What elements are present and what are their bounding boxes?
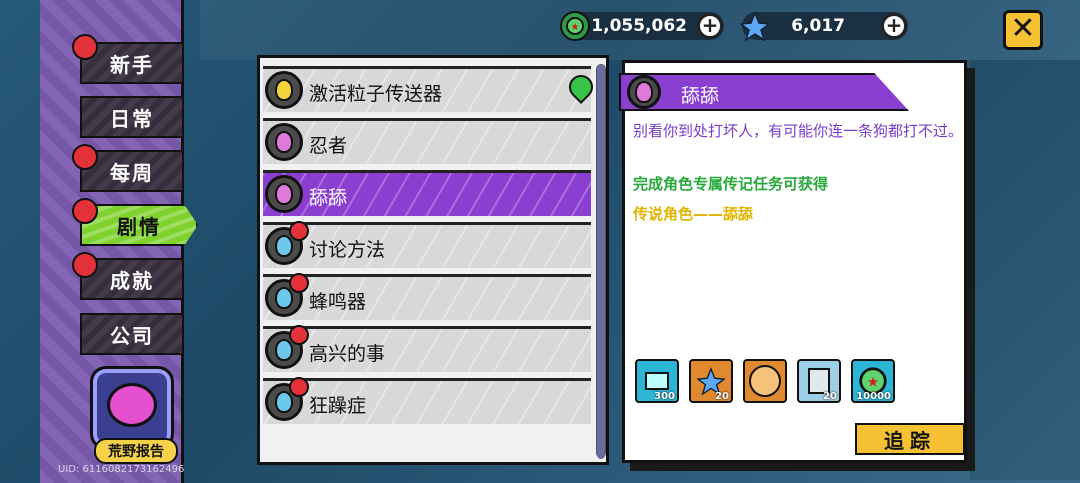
reward-item[interactable]: 20 xyxy=(689,359,733,403)
reward-condition-text: 完成角色专属传记任务可获得 xyxy=(633,175,829,193)
notification-dot xyxy=(72,198,98,224)
quest-row[interactable]: 忍者 xyxy=(263,118,591,164)
quest-label: 激活粒子传送器 xyxy=(309,83,443,105)
report-label: 荒野报告 xyxy=(94,438,178,464)
bulb-icon xyxy=(265,71,303,109)
quest-row[interactable]: 蜂鸣器 xyxy=(263,273,591,320)
nav-item-1[interactable]: 日常 xyxy=(80,96,184,138)
gems-value: 6,017 xyxy=(791,16,845,36)
reward-qty: 20 xyxy=(715,391,729,402)
nav-label: 公司 xyxy=(110,323,154,348)
notification-dot xyxy=(289,273,309,293)
nav-label: 成就 xyxy=(110,268,154,293)
notification-dot xyxy=(289,325,309,345)
nav-label: 每周 xyxy=(110,160,154,185)
detail-title: 舔舔 xyxy=(681,85,720,107)
wild-report-button[interactable]: 荒野报告 xyxy=(78,362,188,468)
uid-text: UID: 6116082173162496 xyxy=(58,464,185,475)
reward-character-text: 传说角色——舔舔 xyxy=(633,205,754,223)
screen-icon xyxy=(645,372,669,390)
reward-qty: 300 xyxy=(654,391,675,402)
reward-qty: 20 xyxy=(823,391,837,402)
detail-description: 别看你到处打坏人，有可能你连一条狗都打不过。 xyxy=(633,122,964,140)
add-gems-button[interactable]: + xyxy=(881,13,907,39)
quest-list-scrollbar[interactable] xyxy=(596,64,606,459)
reward-item[interactable]: 300 xyxy=(635,359,679,403)
quest-row[interactable]: 高兴的事 xyxy=(263,325,591,372)
add-coins-button[interactable]: + xyxy=(697,13,723,39)
bulb-icon xyxy=(265,175,303,213)
quest-label: 高兴的事 xyxy=(309,343,386,365)
quest-label: 讨论方法 xyxy=(309,239,386,261)
quest-detail-panel: 舔舔 别看你到处打坏人，有可能你连一条狗都打不过。 完成角色专属传记任务可获得 … xyxy=(619,60,967,463)
bulb-icon xyxy=(265,123,303,161)
detail-header: 舔舔 xyxy=(619,73,909,111)
quest-row[interactable]: 激活粒子传送器 xyxy=(263,66,598,112)
reward-qty: 10000 xyxy=(856,391,891,402)
dog-avatar-icon xyxy=(749,365,781,397)
bottlecap-icon: ★ xyxy=(560,11,590,41)
quest-label: 舔舔 xyxy=(309,187,348,209)
reward-item[interactable]: ★ 10000 xyxy=(851,359,895,403)
svg-text:★: ★ xyxy=(571,22,580,33)
quest-label: 忍者 xyxy=(309,135,348,157)
svg-text:★: ★ xyxy=(867,374,879,390)
coins-value: 1,055,062 xyxy=(591,16,687,36)
coins-counter: ★ 1,055,062 + xyxy=(560,11,724,41)
quest-row[interactable]: 狂躁症 xyxy=(263,377,591,424)
eye-icon xyxy=(107,383,157,427)
reward-item[interactable]: 20 xyxy=(797,359,841,403)
reward-item[interactable] xyxy=(743,359,787,403)
star-crystal-icon xyxy=(740,11,770,41)
notification-dot xyxy=(72,252,98,278)
close-button[interactable]: ✕ xyxy=(1003,10,1043,50)
nav-label: 新手 xyxy=(110,52,154,77)
notification-dot xyxy=(289,377,309,397)
gems-counter: 6,017 + xyxy=(740,11,908,41)
notification-dot xyxy=(72,144,98,170)
background-panel xyxy=(970,60,1080,480)
notification-dot xyxy=(289,221,309,241)
quest-label: 蜂鸣器 xyxy=(309,291,367,313)
scrollbar-thumb[interactable] xyxy=(597,65,605,459)
quest-label: 狂躁症 xyxy=(309,395,367,417)
quest-row-selected[interactable]: 舔舔 xyxy=(263,170,591,216)
nav-item-5[interactable]: 公司 xyxy=(80,313,184,355)
map-pin-icon xyxy=(564,70,598,104)
quest-list: 激活粒子传送器 忍者 舔舔 讨论方法 蜂鸣器 高兴的事 狂躁症 xyxy=(257,55,609,465)
nav-label: 剧情 xyxy=(117,214,161,239)
notification-dot xyxy=(72,34,98,60)
track-button[interactable]: 追踪 xyxy=(855,423,965,455)
bulb-icon xyxy=(627,75,661,109)
nav-label: 日常 xyxy=(110,106,154,131)
quest-row[interactable]: 讨论方法 xyxy=(263,221,591,268)
